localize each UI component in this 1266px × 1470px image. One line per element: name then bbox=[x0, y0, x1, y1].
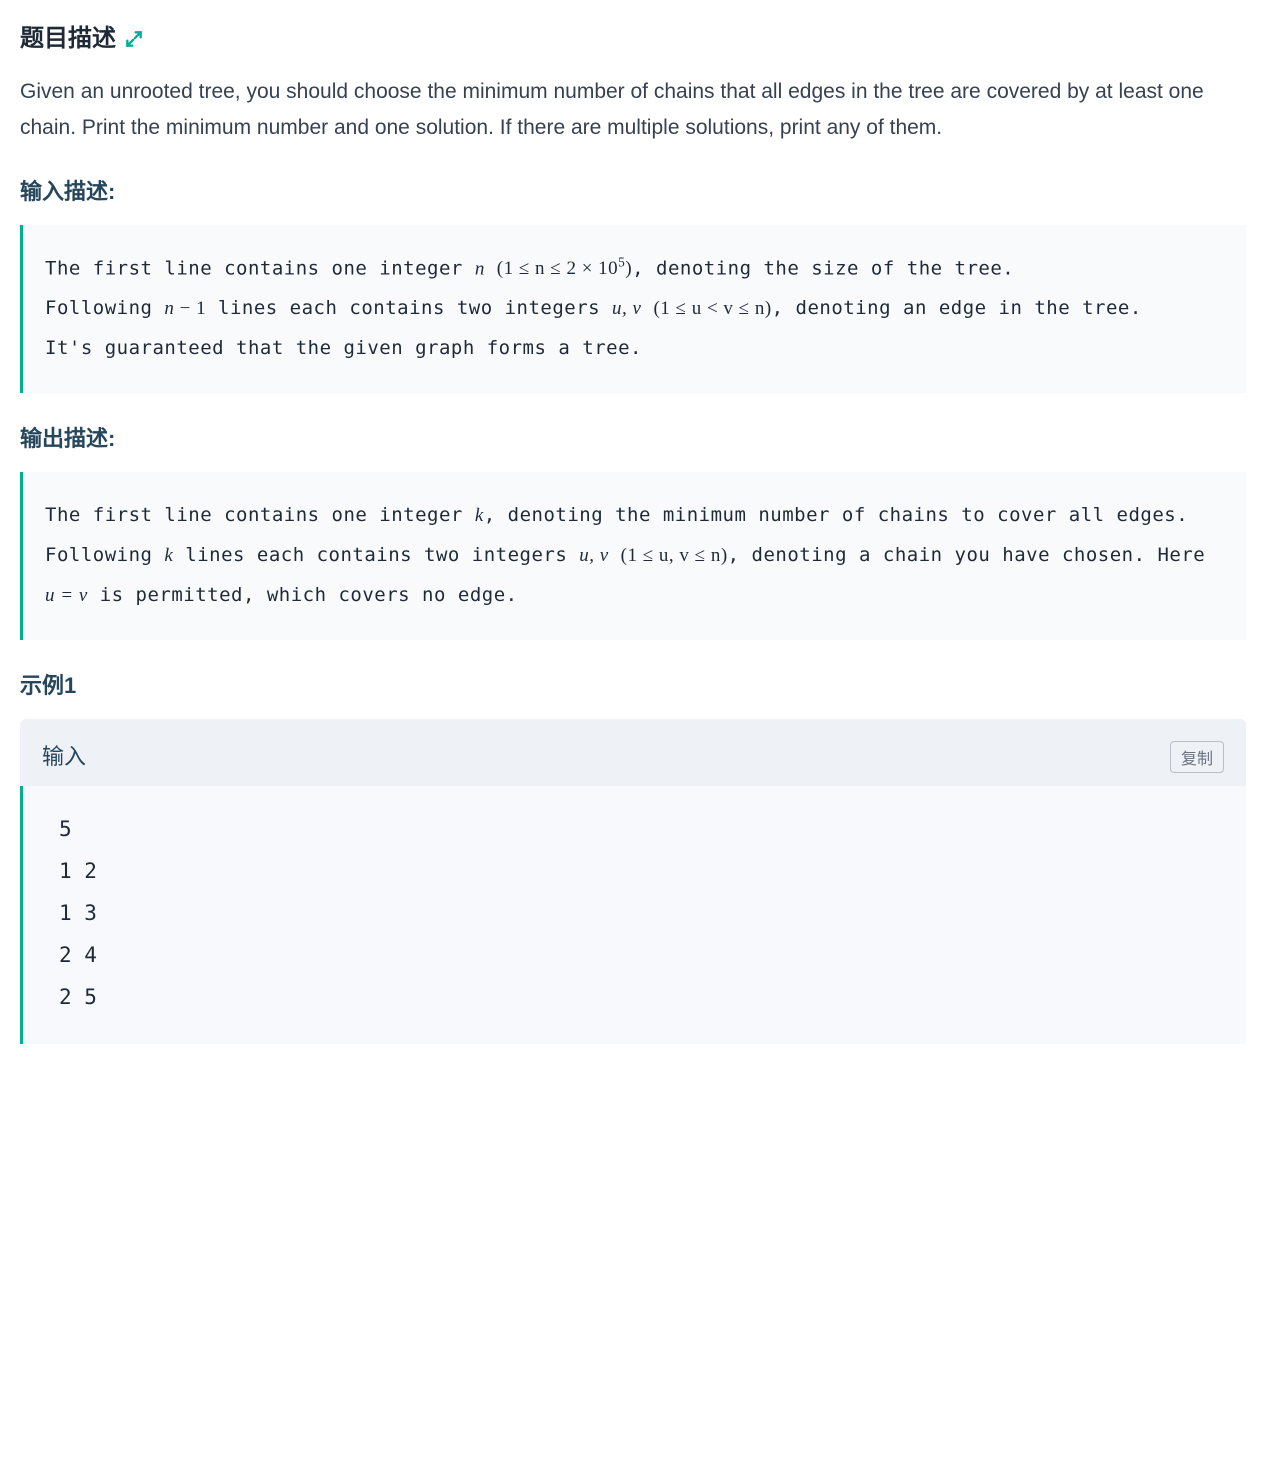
text: Following bbox=[45, 544, 164, 566]
problem-description-title: 题目描述 bbox=[20, 20, 1246, 58]
text: lines each contains two integers bbox=[173, 544, 579, 566]
text: It's guaranteed that the given graph for… bbox=[45, 337, 642, 359]
input-description-title: 输入描述: bbox=[20, 174, 1246, 209]
math-uv: u, v bbox=[579, 545, 608, 566]
problem-statement: Given an unrooted tree, you should choos… bbox=[20, 74, 1246, 145]
text: , denoting the size of the tree. bbox=[632, 257, 1014, 279]
math-u-eq-v: u = v bbox=[45, 585, 88, 606]
math-uv: u, v bbox=[612, 298, 641, 319]
output-description-box: The first line contains one integer k, d… bbox=[20, 472, 1246, 640]
math-k: k bbox=[164, 545, 173, 566]
text: , denoting an edge in the tree. bbox=[772, 297, 1142, 319]
text: , denoting a chain you have chosen. Here bbox=[728, 544, 1206, 566]
expand-icon[interactable] bbox=[124, 29, 144, 49]
math-k: k bbox=[475, 505, 484, 526]
example-input-content: 5 1 2 1 3 2 4 2 5 bbox=[20, 786, 1246, 1044]
math-uv-range: (1 ≤ u, v ≤ n) bbox=[621, 545, 728, 566]
problem-title-text: 题目描述 bbox=[20, 20, 116, 58]
math-n: n bbox=[475, 258, 485, 279]
math-n-range: (1 ≤ n ≤ 2 × 105) bbox=[497, 258, 632, 279]
math-n-minus-1: n − 1 bbox=[164, 298, 206, 319]
text: is permitted, which covers no edge. bbox=[88, 584, 518, 606]
math-uv-range: (1 ≤ u < v ≤ n) bbox=[653, 298, 771, 319]
text: lines each contains two integers bbox=[206, 297, 612, 319]
text: Following bbox=[45, 297, 164, 319]
text: , denoting the minimum number of chains … bbox=[484, 504, 1188, 526]
example-input-label: 输入 bbox=[42, 739, 86, 774]
text: The first line contains one integer bbox=[45, 504, 475, 526]
copy-button[interactable]: 复制 bbox=[1170, 741, 1224, 773]
input-description-box: The first line contains one integer n (1… bbox=[20, 225, 1246, 393]
example-title: 示例1 bbox=[20, 668, 1246, 703]
example-header: 输入 复制 bbox=[20, 719, 1246, 786]
output-description-title: 输出描述: bbox=[20, 421, 1246, 456]
text: The first line contains one integer bbox=[45, 257, 475, 279]
example-box: 输入 复制 5 1 2 1 3 2 4 2 5 bbox=[20, 719, 1246, 1044]
